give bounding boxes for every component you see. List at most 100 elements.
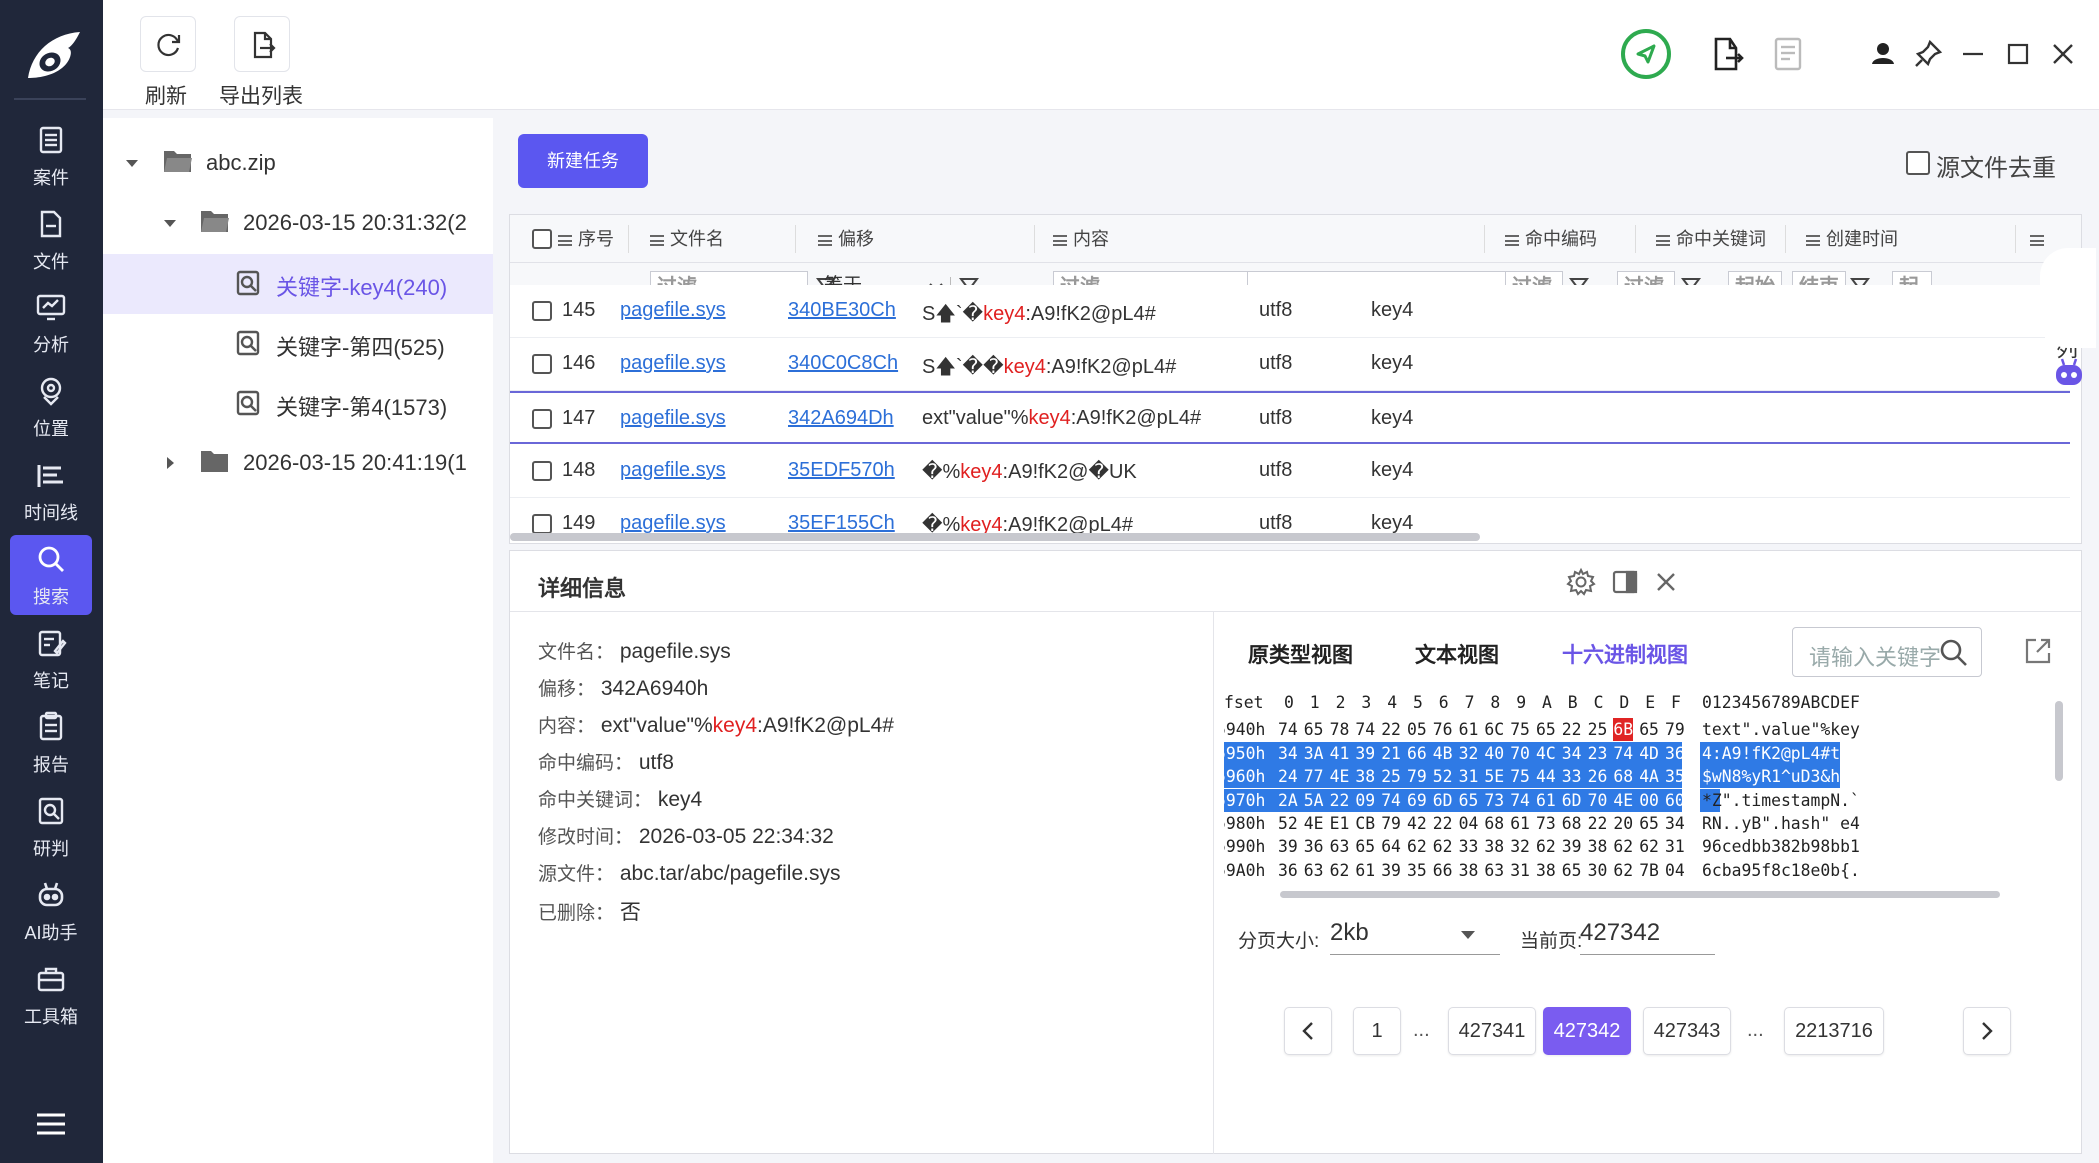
pin-icon[interactable] xyxy=(1908,34,1948,74)
hex-byte[interactable]: 62 xyxy=(1330,859,1350,882)
col-header-encoding[interactable]: 命中编码 xyxy=(1505,215,1597,263)
hex-byte[interactable]: 74 xyxy=(1613,742,1633,765)
hex-byte[interactable]: 74 xyxy=(1355,718,1375,741)
page-button-last[interactable]: 2213716 xyxy=(1784,1007,1884,1055)
hex-byte[interactable]: 00 xyxy=(1639,789,1659,812)
hex-byte[interactable]: 22 xyxy=(1433,882,1453,883)
hex-byte[interactable]: 61 xyxy=(1510,812,1530,835)
hex-byte[interactable]: 39 xyxy=(1355,742,1375,765)
hex-byte[interactable]: 33 xyxy=(1459,835,1479,858)
nav-item-file[interactable]: 文件 xyxy=(10,200,92,280)
dedup-checkbox-box[interactable] xyxy=(1906,151,1930,175)
hex-byte[interactable]: 24 xyxy=(1355,882,1375,883)
tab-hex-view[interactable]: 十六进制视图 xyxy=(1562,639,1688,669)
export-file-icon[interactable] xyxy=(1708,34,1748,74)
hex-byte[interactable]: 2A xyxy=(1278,789,1298,812)
hex-byte[interactable]: 65 xyxy=(1459,789,1479,812)
hex-byte[interactable]: 20 xyxy=(1613,812,1633,835)
hex-byte[interactable]: 22 xyxy=(1304,882,1324,883)
hex-byte[interactable]: 74 xyxy=(1381,789,1401,812)
hex-byte[interactable]: 61 xyxy=(1355,859,1375,882)
col-header-content[interactable]: 内容 xyxy=(1053,215,1109,263)
table-row[interactable]: 145 pagefile.sys 340BE30Ch S🡅`�key4:A9!f… xyxy=(510,285,2070,338)
hex-byte[interactable]: 62 xyxy=(1407,835,1427,858)
hex-row[interactable]: 5990h3936636564626233383262393862623196c… xyxy=(1224,835,2062,858)
hex-byte[interactable]: 22 xyxy=(1588,882,1608,883)
hex-byte[interactable]: 78 xyxy=(1330,718,1350,741)
hex-byte[interactable]: 38 xyxy=(1355,765,1375,788)
floating-assistant-tab[interactable] xyxy=(2040,248,2096,385)
hex-byte[interactable]: 52 xyxy=(1433,765,1453,788)
row-checkbox[interactable] xyxy=(532,514,552,534)
hex-byte[interactable]: 23 xyxy=(1588,742,1608,765)
hex-byte[interactable]: 4E xyxy=(1304,812,1324,835)
hex-byte[interactable]: 44 xyxy=(1536,765,1556,788)
hex-byte[interactable]: 61 xyxy=(1459,718,1479,741)
maximize-icon[interactable] xyxy=(1998,34,2038,74)
hex-byte[interactable]: 31 xyxy=(1665,835,1685,858)
tab-raw-view[interactable]: 原类型视图 xyxy=(1248,639,1353,669)
hex-byte[interactable]: 22 xyxy=(1536,882,1556,883)
hex-byte[interactable]: 39 xyxy=(1278,835,1298,858)
hex-byte[interactable]: 4E xyxy=(1330,765,1350,788)
table-horizontal-scrollbar[interactable] xyxy=(510,533,1480,541)
col-header-no[interactable]: 序号 xyxy=(558,215,614,263)
hex-byte[interactable]: 38 xyxy=(1484,835,1504,858)
col-divider[interactable] xyxy=(1034,225,1035,253)
keyword-search-input[interactable]: 请输入关键字 xyxy=(1792,627,1982,677)
prev-page-button[interactable] xyxy=(1284,1007,1332,1055)
hex-byte[interactable]: 33 xyxy=(1562,765,1582,788)
hex-byte[interactable]: 25 xyxy=(1381,765,1401,788)
hex-byte[interactable]: 21 xyxy=(1381,742,1401,765)
hex-byte[interactable]: 79 xyxy=(1407,765,1427,788)
hex-byte[interactable]: 68 xyxy=(1562,812,1582,835)
nav-item-toolbox[interactable]: 工具箱 xyxy=(10,955,92,1035)
row-file-link[interactable]: pagefile.sys xyxy=(620,459,726,482)
column-menu-icon[interactable] xyxy=(2030,234,2044,246)
hex-row[interactable]: 5980h524EE1CB794222046861736822206534RN.… xyxy=(1224,812,2062,835)
page-button[interactable]: 427341 xyxy=(1448,1007,1536,1055)
row-checkbox[interactable] xyxy=(532,354,552,374)
hex-vertical-scrollbar[interactable] xyxy=(2055,701,2063,781)
hex-byte[interactable]: 74 xyxy=(1510,789,1530,812)
hex-byte[interactable]: 22 xyxy=(1484,882,1504,883)
hex-byte[interactable]: 34 xyxy=(1665,812,1685,835)
nav-item-timeline[interactable]: 时间线 xyxy=(10,451,92,531)
hex-byte[interactable]: 36 xyxy=(1304,835,1324,858)
hex-byte[interactable]: 6C xyxy=(1484,718,1504,741)
select-all-checkbox[interactable] xyxy=(532,229,552,249)
tree-node-root[interactable]: abc.zip xyxy=(103,134,493,194)
hex-byte[interactable]: 6D xyxy=(1433,789,1453,812)
hex-byte[interactable]: 5A xyxy=(1304,789,1324,812)
col-divider[interactable] xyxy=(2015,225,2016,253)
col-divider[interactable] xyxy=(1484,225,1485,253)
row-file-link[interactable]: pagefile.sys xyxy=(620,407,726,430)
nav-item-search[interactable]: 搜索 xyxy=(10,535,92,615)
hex-byte[interactable]: 42 xyxy=(1407,812,1427,835)
tree-node-keyword-di-4[interactable]: 关键字-第4(1573) xyxy=(103,374,493,434)
column-menu-icon[interactable] xyxy=(650,234,664,246)
hex-row[interactable]: 5940h74657874220576616C756522256B6579tex… xyxy=(1224,718,2062,742)
row-file-link[interactable]: pagefile.sys xyxy=(620,352,726,375)
row-checkbox[interactable] xyxy=(532,301,552,321)
nav-item-ai-assistant[interactable]: AI助手 xyxy=(10,871,92,951)
hex-byte[interactable]: 22 xyxy=(1278,882,1298,883)
minimize-icon[interactable] xyxy=(1953,34,1993,74)
close-icon[interactable] xyxy=(1651,567,1681,597)
hex-row[interactable]: 59B0h 22 22 01 24 22 22 22 22 22 22 22 22 22 22 22 22 ".$… xyxy=(1224,882,2062,883)
tab-text-view[interactable]: 文本视图 xyxy=(1415,639,1499,669)
hex-byte[interactable]: 77 xyxy=(1304,765,1324,788)
column-menu-icon[interactable] xyxy=(1505,234,1519,246)
hex-byte[interactable]: 68 xyxy=(1484,812,1504,835)
hex-viewer[interactable]: fset0123456789ABCDEF0123456789ABCDEF5940… xyxy=(1224,691,2062,883)
col-header-keyword[interactable]: 命中关键词 xyxy=(1656,215,1766,263)
table-row-selected[interactable]: 147 pagefile.sys 342A694Dh ext"value"%ke… xyxy=(510,391,2070,444)
chevron-down-icon[interactable] xyxy=(123,154,141,172)
col-divider[interactable] xyxy=(628,225,629,253)
row-offset-link[interactable]: 342A694Dh xyxy=(788,407,894,430)
row-checkbox[interactable] xyxy=(532,409,552,429)
hex-byte[interactable]: 66 xyxy=(1433,859,1453,882)
col-divider[interactable] xyxy=(1635,225,1636,253)
dropdown-arrow-icon[interactable] xyxy=(1460,929,1476,941)
col-divider[interactable] xyxy=(795,225,796,253)
